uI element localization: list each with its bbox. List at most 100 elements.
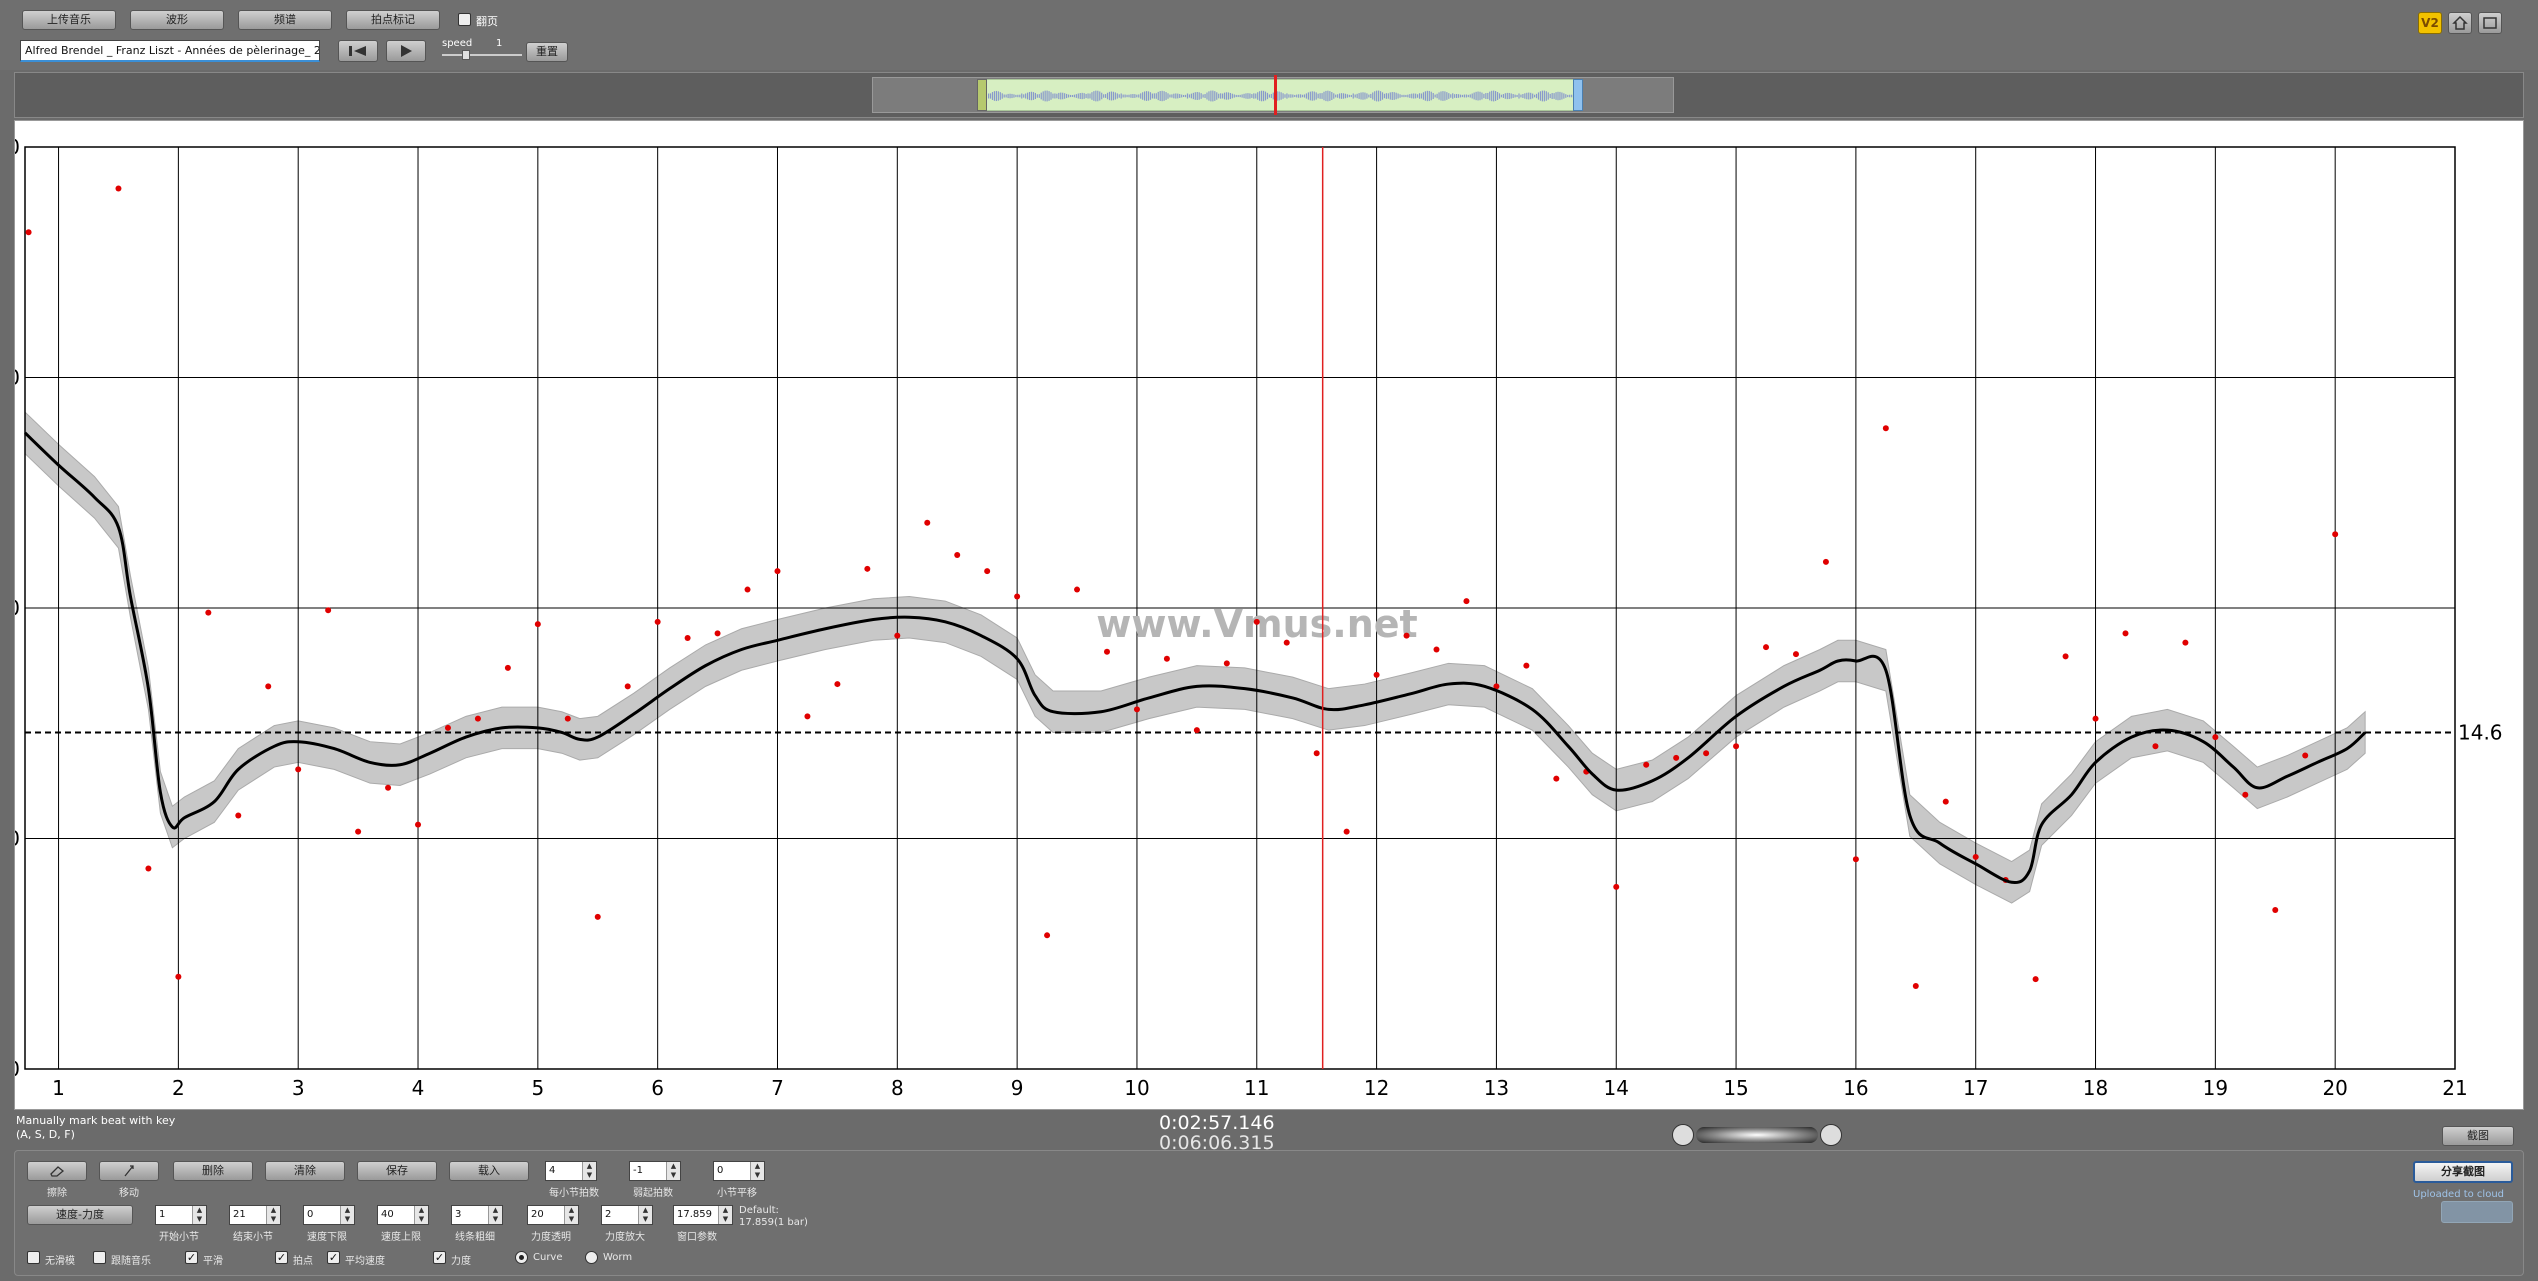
volume-track[interactable] (1696, 1127, 1818, 1143)
follow-music-checkbox[interactable] (93, 1251, 106, 1264)
beat-point[interactable] (1433, 646, 1440, 653)
beat-point[interactable] (2032, 976, 2039, 983)
beat-point[interactable] (2212, 734, 2219, 741)
beat-point[interactable] (1283, 639, 1290, 646)
beat-point[interactable] (924, 519, 931, 526)
beat-point[interactable] (145, 865, 152, 872)
beat-point[interactable] (1163, 655, 1170, 662)
stepper-arrows-icon[interactable]: ▲ ▼ (340, 1206, 354, 1224)
overview-right-handle[interactable] (1573, 79, 1583, 111)
tempo-chart-svg[interactable]: 010203040 123456789101112131415161718192… (0, 121, 2525, 1111)
stepper-arrows-icon[interactable]: ▲ ▼ (638, 1206, 652, 1224)
stepper-arrows-icon[interactable]: ▲ ▼ (488, 1206, 502, 1224)
avg-tempo-checkbox[interactable]: ✓ (327, 1251, 340, 1264)
start-bar-stepper[interactable]: 1 ▲ ▼ (155, 1205, 207, 1225)
beat-point[interactable] (504, 664, 511, 671)
volume-down-icon[interactable] (1672, 1124, 1694, 1146)
beat-point[interactable] (1733, 743, 1740, 750)
beat-point[interactable] (1912, 983, 1919, 990)
beat-point[interactable] (265, 683, 272, 690)
play-button[interactable] (386, 40, 426, 62)
waveform-button[interactable]: 波形 (130, 10, 224, 30)
smooth-checkbox[interactable]: ✓ (185, 1251, 198, 1264)
beat-point[interactable] (1253, 618, 1260, 625)
volume-slider[interactable] (1672, 1124, 1842, 1146)
beat-point[interactable] (684, 634, 691, 641)
beat-point[interactable] (1074, 586, 1081, 593)
home-button[interactable] (2448, 12, 2472, 34)
dyn-transparency-stepper[interactable]: 20 ▲ ▼ (527, 1205, 579, 1225)
stepper-arrows-icon[interactable]: ▲ ▼ (750, 1162, 764, 1180)
beat-point[interactable] (415, 821, 422, 828)
tempo-max-stepper[interactable]: 40 ▲ ▼ (377, 1205, 429, 1225)
overview-visible-range[interactable] (977, 79, 1583, 111)
beat-point[interactable] (1193, 727, 1200, 734)
beat-point[interactable] (864, 565, 871, 572)
beat-point[interactable] (175, 973, 182, 980)
end-bar-stepper[interactable]: 21 ▲ ▼ (229, 1205, 281, 1225)
beat-point[interactable] (1553, 775, 1560, 782)
beat-point[interactable] (1942, 798, 1949, 805)
share-screenshot-button[interactable]: 分享截图 (2413, 1161, 2513, 1183)
worm-radio[interactable] (585, 1251, 598, 1264)
beat-point[interactable] (1763, 644, 1770, 651)
version-badge[interactable]: V2 (2418, 12, 2442, 34)
spectrum-button[interactable]: 频谱 (238, 10, 332, 30)
skip-start-button[interactable] (338, 40, 378, 62)
beat-point[interactable] (2092, 715, 2099, 722)
beat-point[interactable] (2152, 743, 2159, 750)
beat-point[interactable] (115, 185, 122, 192)
tempo-chart[interactable]: 010203040 123456789101112131415161718192… (0, 120, 2525, 1111)
beat-point[interactable] (444, 724, 451, 731)
stepper-arrows-icon[interactable]: ▲ ▼ (192, 1206, 206, 1224)
beats-checkbox[interactable]: ✓ (275, 1251, 288, 1264)
beat-point[interactable] (984, 568, 991, 575)
beat-point[interactable] (385, 784, 392, 791)
delete-button[interactable]: 删除 (173, 1161, 253, 1181)
beat-point[interactable] (1133, 706, 1140, 713)
beat-point[interactable] (954, 551, 961, 558)
beat-point[interactable] (1014, 593, 1021, 600)
speed-slider-track[interactable] (442, 54, 522, 56)
page-flip-checkbox[interactable] (458, 13, 471, 26)
stepper-arrows-icon[interactable]: ▲ ▼ (582, 1162, 596, 1180)
beat-point[interactable] (1103, 648, 1110, 655)
beat-point[interactable] (1882, 425, 1889, 432)
offset-beats-stepper[interactable]: -1 ▲ ▼ (629, 1161, 681, 1181)
beat-point[interactable] (714, 630, 721, 637)
beat-point[interactable] (1703, 750, 1710, 757)
dynamics-checkbox[interactable]: ✓ (433, 1251, 446, 1264)
overview-left-handle[interactable] (977, 79, 987, 111)
erase-button[interactable] (27, 1161, 87, 1181)
move-button[interactable] (99, 1161, 159, 1181)
line-width-stepper[interactable]: 3 ▲ ▼ (451, 1205, 503, 1225)
dyn-zoom-stepper[interactable]: 2 ▲ ▼ (601, 1205, 653, 1225)
beat-point[interactable] (564, 715, 571, 722)
beat-point[interactable] (2122, 630, 2129, 637)
beat-point[interactable] (1403, 632, 1410, 639)
beat-point[interactable] (744, 586, 751, 593)
beat-point[interactable] (1223, 660, 1230, 667)
beat-point[interactable] (1852, 856, 1859, 863)
stepper-arrows-icon[interactable]: ▲ ▼ (414, 1206, 428, 1224)
beat-point[interactable] (2332, 531, 2339, 538)
beat-point[interactable] (624, 683, 631, 690)
beat-point[interactable] (774, 568, 781, 575)
beat-point[interactable] (654, 618, 661, 625)
file-name-field[interactable]: Alfred Brendel _ Franz Liszt - Années de… (20, 40, 320, 62)
beat-point[interactable] (295, 766, 302, 773)
curve-radio[interactable] (515, 1251, 528, 1264)
beat-point[interactable] (1613, 883, 1620, 890)
stepper-arrows-icon[interactable]: ▲ ▼ (718, 1206, 732, 1224)
beat-point[interactable] (2242, 791, 2249, 798)
beat-point[interactable] (1822, 558, 1829, 565)
beat-point[interactable] (474, 715, 481, 722)
beat-point[interactable] (1643, 761, 1650, 768)
beat-point[interactable] (834, 681, 841, 688)
beat-point[interactable] (1044, 932, 1051, 939)
beat-point[interactable] (1343, 828, 1350, 835)
beat-point[interactable] (594, 913, 601, 920)
clear-button[interactable]: 清除 (265, 1161, 345, 1181)
stepper-arrows-icon[interactable]: ▲ ▼ (666, 1162, 680, 1180)
save-button[interactable]: 保存 (357, 1161, 437, 1181)
